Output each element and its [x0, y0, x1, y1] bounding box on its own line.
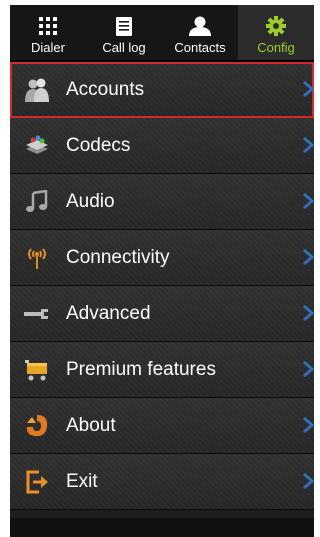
chevron-right-icon — [303, 416, 314, 434]
menu-item-codecs[interactable]: Codecs — [10, 118, 314, 174]
exit-icon — [22, 467, 52, 497]
menu-item-label: Codecs — [66, 134, 131, 156]
menu-item-label: About — [66, 414, 116, 436]
contacts-icon — [189, 15, 211, 37]
menu-item-about[interactable]: About — [10, 398, 314, 454]
tab-dialer[interactable]: Dialer — [10, 5, 86, 60]
chevron-right-icon — [303, 360, 314, 378]
menu-item-accounts[interactable]: Accounts — [10, 62, 314, 118]
menu-item-audio[interactable]: Audio — [10, 174, 314, 230]
menu-item-premium-features[interactable]: Premium features — [10, 342, 314, 398]
tab-config[interactable]: Config — [238, 5, 314, 60]
chevron-right-icon — [303, 248, 314, 266]
tab-label: Dialer — [31, 40, 65, 55]
music-note-icon — [22, 187, 52, 217]
app-window: Dialer Call log Contacts Config Accounts… — [10, 5, 314, 537]
menu-item-label: Premium features — [66, 358, 216, 380]
call-log-icon — [116, 15, 132, 37]
codecs-icon — [22, 131, 52, 161]
cart-icon — [22, 355, 52, 385]
tab-label: Contacts — [174, 40, 226, 55]
tab-label: Config — [257, 40, 295, 55]
tab-bar: Dialer Call log Contacts Config — [10, 5, 314, 62]
wrench-icon — [22, 299, 52, 329]
menu-item-label: Connectivity — [66, 246, 170, 268]
dialpad-icon — [39, 15, 57, 37]
tab-contacts[interactable]: Contacts — [162, 5, 238, 60]
menu-item-advanced[interactable]: Advanced — [10, 286, 314, 342]
about-icon — [22, 411, 52, 441]
chevron-right-icon — [303, 80, 314, 98]
settings-menu: Accounts Codecs Audio Connectivity Advan… — [10, 62, 314, 518]
menu-item-label: Exit — [66, 470, 98, 492]
gear-icon — [266, 15, 286, 37]
menu-item-label: Audio — [66, 190, 115, 212]
tab-label: Call log — [102, 40, 146, 55]
bottom-filler — [10, 518, 314, 537]
menu-item-connectivity[interactable]: Connectivity — [10, 230, 314, 286]
antenna-icon — [22, 243, 52, 273]
chevron-right-icon — [303, 304, 314, 322]
chevron-right-icon — [303, 136, 314, 154]
menu-item-label: Advanced — [66, 302, 151, 324]
menu-item-exit[interactable]: Exit — [10, 454, 314, 510]
menu-item-label: Accounts — [66, 78, 145, 100]
accounts-icon — [22, 75, 52, 105]
tab-call-log[interactable]: Call log — [86, 5, 162, 60]
chevron-right-icon — [303, 472, 314, 490]
chevron-right-icon — [303, 192, 314, 210]
